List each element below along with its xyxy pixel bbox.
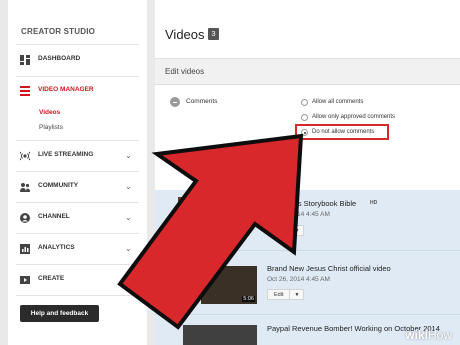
- video-date: Oct 26, 2014 4:45 AM: [267, 276, 330, 283]
- help-feedback-button[interactable]: Help and feedback: [20, 305, 99, 322]
- dropdown-caret-icon[interactable]: ▼: [290, 290, 303, 300]
- sidebar-item-label: LIVE STREAMING: [38, 151, 94, 158]
- chevron-down-icon: ⌄: [125, 275, 132, 284]
- watermark-part-b: How: [427, 328, 452, 342]
- sidebar-item-dashboard[interactable]: DASHBOARD: [8, 53, 147, 67]
- sidebar-subitem-videos[interactable]: Videos: [39, 109, 60, 116]
- allow-all-comments-radio[interactable]: [301, 99, 308, 106]
- allow-all-comments-label: Allow all comments: [312, 99, 364, 105]
- sidebar-item-analytics[interactable]: ANALYTICS ⌄: [8, 242, 147, 256]
- edit-button[interactable]: Edit ▼: [267, 289, 305, 300]
- sidebar-subitem-playlists[interactable]: Playlists: [39, 124, 63, 131]
- sidebar-item-label: DASHBOARD: [38, 55, 81, 62]
- row-divider: [155, 250, 460, 251]
- sidebar-item-label: ANALYTICS: [38, 244, 75, 251]
- video-select-checkbox[interactable]: [164, 278, 174, 289]
- main-panel: Videos 3 Edit videos Comments Allow all …: [155, 0, 460, 345]
- video-duration: 5: [226, 222, 232, 228]
- sidebar-item-channel[interactable]: CHANNEL ⌄: [8, 211, 147, 225]
- sidebar-divider: [16, 202, 139, 203]
- edit-videos-bar: Edit videos: [155, 58, 460, 85]
- video-date: Oct 26, 2014 4:45 AM: [267, 211, 330, 218]
- sidebar-item-create[interactable]: CREATE ⌄: [8, 273, 147, 287]
- sidebar-item-label: COMMUNITY: [38, 182, 79, 189]
- analytics-icon: [20, 244, 30, 254]
- create-icon: [20, 276, 30, 284]
- highlight-box: [295, 124, 389, 140]
- chevron-down-icon: ⌄: [125, 151, 132, 160]
- sidebar-divider: [16, 44, 139, 45]
- video-title[interactable]: Brand New Jesus Christ official video: [267, 264, 391, 273]
- chevron-down-icon: ⌄: [125, 244, 132, 253]
- allow-approved-comments-radio[interactable]: [301, 114, 308, 121]
- edit-label: Edit: [268, 226, 291, 235]
- video-thumbnail[interactable]: [183, 325, 257, 345]
- video-title[interactable]: The Jesus Storybook Bible: [267, 199, 356, 208]
- dropdown-caret-icon[interactable]: ▼: [290, 226, 303, 236]
- edit-videos-label: Edit videos: [165, 67, 205, 76]
- collapse-comments-icon[interactable]: [170, 97, 180, 107]
- row-divider: [155, 314, 460, 315]
- edit-button[interactable]: Edit ▼: [267, 225, 305, 236]
- sidebar-item-live-streaming[interactable]: LIVE STREAMING ⌄: [8, 149, 147, 163]
- sidebar-item-video-manager[interactable]: VIDEO MANAGER: [8, 84, 147, 98]
- sidebar-divider: [16, 264, 139, 265]
- comments-label: Comments: [186, 98, 218, 105]
- allow-approved-comments-label: Allow only approved comments: [312, 114, 396, 120]
- watermark-part-a: wiki: [405, 328, 428, 342]
- sidebar-divider: [16, 295, 139, 296]
- dashboard-icon: [20, 55, 30, 65]
- community-icon: [20, 183, 30, 192]
- channel-icon: [20, 213, 30, 223]
- sidebar-item-label: CREATE: [38, 275, 65, 282]
- hd-badge: HD: [370, 200, 378, 206]
- sidebar-item-community[interactable]: COMMUNITY ⌄: [8, 180, 147, 194]
- watermark: wikiHow: [405, 328, 452, 342]
- live-streaming-icon: [20, 151, 30, 161]
- sidebar-divider: [16, 140, 139, 141]
- video-manager-icon: [20, 86, 30, 96]
- sidebar-item-label: CHANNEL: [38, 213, 70, 220]
- sidebar-item-label: VIDEO MANAGER: [38, 86, 94, 93]
- chevron-down-icon: ⌄: [125, 213, 132, 222]
- edit-label: Edit: [268, 290, 291, 299]
- video-count-badge: 3: [208, 28, 219, 40]
- video-duration: 5:06: [242, 296, 255, 302]
- sidebar-divider: [16, 171, 139, 172]
- video-thumbnail[interactable]: 5: [178, 197, 234, 230]
- chevron-down-icon: ⌄: [125, 182, 132, 191]
- sidebar-divider: [16, 233, 139, 234]
- sidebar-title: CREATOR STUDIO: [21, 27, 96, 36]
- sidebar-divider: [16, 76, 139, 77]
- sidebar: CREATOR STUDIO DASHBOARD VIDEO MANAGER V…: [8, 0, 147, 345]
- page-title: Videos: [165, 27, 205, 42]
- video-thumbnail[interactable]: 5:06: [201, 266, 257, 304]
